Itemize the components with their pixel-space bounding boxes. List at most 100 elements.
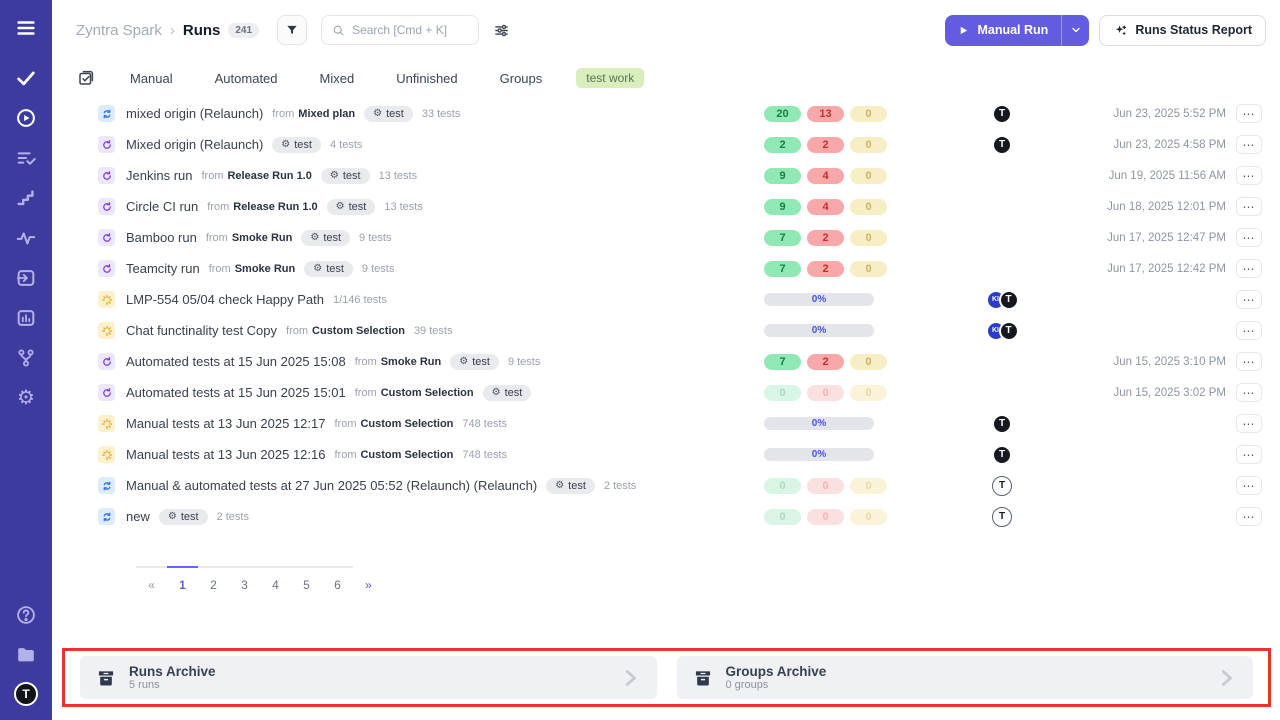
breadcrumb-project[interactable]: Zyntra Spark xyxy=(76,22,162,39)
run-source-name: Release Run 1.0 xyxy=(227,170,311,182)
run-row[interactable]: Manual tests at 13 Jun 2025 12:16fromCus… xyxy=(52,439,1280,470)
manual-run-dropdown[interactable] xyxy=(1062,15,1089,46)
view-settings-button[interactable] xyxy=(487,16,515,44)
run-type-cell xyxy=(98,415,126,432)
manual-run-button[interactable]: Manual Run xyxy=(945,15,1089,46)
tab-automated[interactable]: Automated xyxy=(215,71,278,86)
row-menu-button[interactable]: ⋯ xyxy=(1236,352,1262,371)
select-all-button[interactable] xyxy=(76,68,96,88)
sidebar-item-settings-icon[interactable]: ⚙ xyxy=(13,385,39,411)
skipped-count-badge: 0 xyxy=(850,478,887,494)
tab-manual[interactable]: Manual xyxy=(130,71,173,86)
run-name-cell: LMP-554 05/04 check Happy Path1/146 test… xyxy=(126,292,764,307)
pagination-page-1[interactable]: 1 xyxy=(167,566,198,592)
pagination-page-3[interactable]: 3 xyxy=(229,566,260,592)
menu-icon[interactable] xyxy=(13,15,39,41)
run-result-cell: 20130 xyxy=(764,106,896,122)
archive-box-icon xyxy=(96,668,116,688)
row-menu-cell: ⋯ xyxy=(1236,259,1268,278)
runs-list: mixed origin (Relaunch)fromMixed plan⚙te… xyxy=(52,98,1280,532)
run-row[interactable]: LMP-554 05/04 check Happy Path1/146 test… xyxy=(52,284,1280,315)
run-date: Jun 23, 2025 4:58 PM xyxy=(1056,139,1236,151)
pagination-page-2[interactable]: 2 xyxy=(198,566,229,592)
row-menu-button[interactable]: ⋯ xyxy=(1236,383,1262,402)
run-config-tag[interactable]: ⚙test xyxy=(301,230,350,246)
run-date: Jun 17, 2025 12:42 PM xyxy=(1056,263,1236,275)
run-config-tag[interactable]: ⚙test xyxy=(364,106,413,122)
sidebar-folder-icon[interactable] xyxy=(13,642,39,668)
run-config-tag[interactable]: ⚙test xyxy=(272,137,321,153)
run-source-name: Custom Selection xyxy=(312,325,405,337)
run-source: fromCustom Selection xyxy=(334,418,453,430)
row-menu-button[interactable]: ⋯ xyxy=(1236,259,1262,278)
run-tests-count: 2 tests xyxy=(217,511,249,523)
row-menu-button[interactable]: ⋯ xyxy=(1236,104,1262,123)
run-row[interactable]: Bamboo runfromSmoke Run⚙test9 tests720Ju… xyxy=(52,222,1280,253)
run-name: Circle CI run xyxy=(126,199,198,214)
run-config-tag[interactable]: ⚙test xyxy=(304,261,353,277)
run-row[interactable]: new⚙test2 tests000T⋯ xyxy=(52,501,1280,532)
run-row[interactable]: Circle CI runfromRelease Run 1.0⚙test13 … xyxy=(52,191,1280,222)
pagination-page-6[interactable]: 6 xyxy=(322,566,353,592)
pagination-page-4[interactable]: 4 xyxy=(260,566,291,592)
active-filter-tag[interactable]: test work xyxy=(576,68,644,88)
run-config-tag[interactable]: ⚙test xyxy=(321,168,370,184)
groups-archive-card[interactable]: Groups Archive0 groups xyxy=(677,656,1254,699)
filter-button[interactable] xyxy=(277,15,307,45)
run-row[interactable]: Manual & automated tests at 27 Jun 2025 … xyxy=(52,470,1280,501)
sidebar-item-check-icon[interactable] xyxy=(13,65,39,91)
row-menu-button[interactable]: ⋯ xyxy=(1236,414,1262,433)
run-config-tag[interactable]: ⚙test xyxy=(327,199,376,215)
tab-groups[interactable]: Groups xyxy=(500,71,543,86)
sidebar-item-activity-icon[interactable] xyxy=(13,225,39,251)
run-row[interactable]: Mixed origin (Relaunch)⚙test4 tests220TJ… xyxy=(52,129,1280,160)
run-config-tag[interactable]: ⚙test xyxy=(159,509,208,525)
run-row[interactable]: mixed origin (Relaunch)fromMixed plan⚙te… xyxy=(52,98,1280,129)
sidebar-item-import-icon[interactable] xyxy=(13,265,39,291)
sidebar-item-play-circle-icon[interactable] xyxy=(13,105,39,131)
pagination-prev[interactable]: « xyxy=(136,566,167,592)
pagination-next[interactable]: » xyxy=(353,566,384,592)
user-avatar[interactable]: T xyxy=(14,682,38,706)
run-row[interactable]: Jenkins runfromRelease Run 1.0⚙test13 te… xyxy=(52,160,1280,191)
search-box[interactable] xyxy=(321,15,479,45)
run-type-automated-icon xyxy=(98,136,115,153)
row-menu-button[interactable]: ⋯ xyxy=(1236,135,1262,154)
run-result-cell: 940 xyxy=(764,199,896,215)
run-type-cell xyxy=(98,229,126,246)
run-type-cell xyxy=(98,446,126,463)
row-menu-button[interactable]: ⋯ xyxy=(1236,197,1262,216)
sidebar-help-icon[interactable] xyxy=(13,602,39,628)
sidebar-item-branch-icon[interactable] xyxy=(13,345,39,371)
row-menu-button[interactable]: ⋯ xyxy=(1236,445,1262,464)
run-name: Automated tests at 15 Jun 2025 15:08 xyxy=(126,354,346,369)
tab-mixed[interactable]: Mixed xyxy=(320,71,355,86)
row-menu-button[interactable]: ⋯ xyxy=(1236,290,1262,309)
chevron-down-icon xyxy=(1070,24,1082,36)
run-row[interactable]: Automated tests at 15 Jun 2025 15:08from… xyxy=(52,346,1280,377)
run-row[interactable]: Chat functinality test CopyfromCustom Se… xyxy=(52,315,1280,346)
gear-icon: ⚙ xyxy=(313,264,322,274)
pagination-page-5[interactable]: 5 xyxy=(291,566,322,592)
row-menu-button[interactable]: ⋯ xyxy=(1236,321,1262,340)
row-menu-button[interactable]: ⋯ xyxy=(1236,228,1262,247)
tab-unfinished[interactable]: Unfinished xyxy=(396,71,457,86)
run-config-tag[interactable]: ⚙test xyxy=(450,354,499,370)
runs-archive-card[interactable]: Runs Archive5 runs xyxy=(80,656,657,699)
runs-status-report-button[interactable]: Runs Status Report xyxy=(1099,15,1266,46)
run-name: Manual tests at 13 Jun 2025 12:16 xyxy=(126,447,325,462)
sidebar-item-steps-icon[interactable] xyxy=(13,185,39,211)
run-row[interactable]: Teamcity runfromSmoke Run⚙test9 tests720… xyxy=(52,253,1280,284)
row-menu-button[interactable]: ⋯ xyxy=(1236,507,1262,526)
row-menu-button[interactable]: ⋯ xyxy=(1236,476,1262,495)
search-input[interactable] xyxy=(352,23,462,37)
run-type-automated-icon xyxy=(98,229,115,246)
sidebar-item-reports-icon[interactable] xyxy=(13,305,39,331)
row-menu-button[interactable]: ⋯ xyxy=(1236,166,1262,185)
run-config-tag[interactable]: ⚙test xyxy=(546,478,595,494)
run-type-cell xyxy=(98,260,126,277)
run-row[interactable]: Automated tests at 15 Jun 2025 15:01from… xyxy=(52,377,1280,408)
sidebar-item-list-check-icon[interactable] xyxy=(13,145,39,171)
run-config-tag[interactable]: ⚙test xyxy=(483,385,532,401)
run-row[interactable]: Manual tests at 13 Jun 2025 12:17fromCus… xyxy=(52,408,1280,439)
